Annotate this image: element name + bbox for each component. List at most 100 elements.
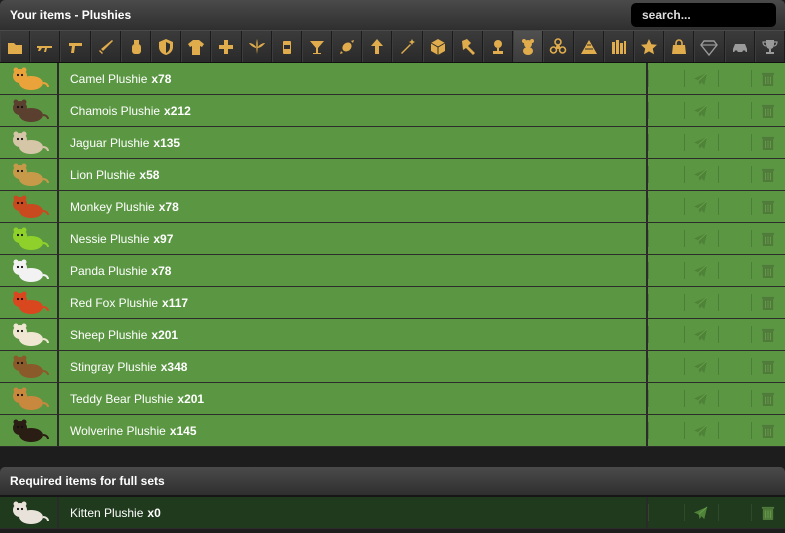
action-slot-button[interactable]: [648, 159, 684, 190]
tab-leaf[interactable]: [241, 31, 272, 62]
send-item-button[interactable]: [684, 95, 718, 126]
action-slot-button[interactable]: [718, 351, 751, 382]
item-row[interactable]: Teddy Bear Plushie x201: [0, 383, 785, 415]
tab-magic-wand[interactable]: [392, 31, 423, 62]
action-slot-button[interactable]: [648, 319, 684, 350]
send-item-button[interactable]: [684, 127, 718, 158]
tab-teddy-bear[interactable]: [513, 31, 544, 62]
trash-item-button[interactable]: [751, 383, 785, 414]
tab-biohazard[interactable]: [543, 31, 574, 62]
item-row[interactable]: Sheep Plushie x201: [0, 319, 785, 351]
search-input[interactable]: [631, 3, 776, 27]
tab-books[interactable]: [603, 31, 634, 62]
action-slot-button[interactable]: [648, 497, 684, 528]
trash-item-button[interactable]: [751, 223, 785, 254]
tab-candy[interactable]: [332, 31, 363, 62]
tab-can[interactable]: [271, 31, 302, 62]
item-name-cell[interactable]: Teddy Bear Plushie x201: [59, 383, 646, 414]
send-item-button[interactable]: [684, 287, 718, 318]
send-item-button[interactable]: [684, 223, 718, 254]
action-slot-button[interactable]: [718, 159, 751, 190]
trash-item-button[interactable]: [751, 127, 785, 158]
action-slot-button[interactable]: [648, 383, 684, 414]
send-item-button[interactable]: [684, 191, 718, 222]
item-name-cell[interactable]: Stingray Plushie x348: [59, 351, 646, 382]
tab-shirt[interactable]: [181, 31, 212, 62]
action-slot-button[interactable]: [718, 127, 751, 158]
trash-item-button[interactable]: [751, 319, 785, 350]
action-slot-button[interactable]: [718, 63, 751, 94]
action-slot-button[interactable]: [648, 287, 684, 318]
item-name-cell[interactable]: Lion Plushie x58: [59, 159, 646, 190]
item-row[interactable]: Camel Plushie x78: [0, 63, 785, 95]
item-row[interactable]: Wolverine Plushie x145: [0, 415, 785, 447]
send-item-button[interactable]: [684, 383, 718, 414]
send-item-button[interactable]: [684, 497, 718, 528]
trash-item-button[interactable]: [751, 159, 785, 190]
action-slot-button[interactable]: [718, 255, 751, 286]
tab-pistol[interactable]: [60, 31, 91, 62]
action-slot-button[interactable]: [718, 287, 751, 318]
tab-sword[interactable]: [90, 31, 121, 62]
tab-trophy[interactable]: [754, 31, 785, 62]
tab-star[interactable]: [633, 31, 665, 62]
tab-pyramid[interactable]: [573, 31, 604, 62]
action-slot-button[interactable]: [648, 127, 684, 158]
action-slot-button[interactable]: [718, 383, 751, 414]
trash-item-button[interactable]: [751, 351, 785, 382]
send-item-button[interactable]: [684, 63, 718, 94]
action-slot-button[interactable]: [648, 351, 684, 382]
tab-bag[interactable]: [664, 31, 695, 62]
action-slot-button[interactable]: [718, 223, 751, 254]
tab-arrow-up[interactable]: [362, 31, 393, 62]
item-name-cell[interactable]: Sheep Plushie x201: [59, 319, 646, 350]
trash-item-button[interactable]: [751, 255, 785, 286]
tab-rifle[interactable]: [30, 31, 61, 62]
item-row[interactable]: Panda Plushie x78: [0, 255, 785, 287]
trash-item-button[interactable]: [751, 415, 785, 446]
item-name-cell[interactable]: Red Fox Plushie x117: [59, 287, 646, 318]
trash-item-button[interactable]: [751, 287, 785, 318]
trash-item-button[interactable]: [751, 497, 785, 528]
tab-medical-cross[interactable]: [211, 31, 242, 62]
item-name-cell[interactable]: Panda Plushie x78: [59, 255, 646, 286]
tab-car[interactable]: [724, 31, 755, 62]
action-slot-button[interactable]: [648, 415, 684, 446]
item-row[interactable]: Nessie Plushie x97: [0, 223, 785, 255]
action-slot-button[interactable]: [648, 223, 684, 254]
item-row[interactable]: Monkey Plushie x78: [0, 191, 785, 223]
action-slot-button[interactable]: [648, 95, 684, 126]
item-name-cell[interactable]: Camel Plushie x78: [59, 63, 646, 94]
action-slot-button[interactable]: [718, 497, 751, 528]
send-item-button[interactable]: [684, 255, 718, 286]
tab-grenade[interactable]: [120, 31, 151, 62]
item-name-cell[interactable]: Wolverine Plushie x145: [59, 415, 646, 446]
action-slot-button[interactable]: [718, 191, 751, 222]
action-slot-button[interactable]: [718, 95, 751, 126]
tab-hammer[interactable]: [452, 31, 483, 62]
action-slot-button[interactable]: [648, 255, 684, 286]
send-item-button[interactable]: [684, 351, 718, 382]
tab-flower[interactable]: [483, 31, 514, 62]
item-name-cell[interactable]: Monkey Plushie x78: [59, 191, 646, 222]
item-name-cell[interactable]: Jaguar Plushie x135: [59, 127, 646, 158]
item-row[interactable]: Jaguar Plushie x135: [0, 127, 785, 159]
item-row[interactable]: Chamois Plushie x212: [0, 95, 785, 127]
tab-shield[interactable]: [150, 31, 182, 62]
tab-cocktail[interactable]: [301, 31, 333, 62]
tab-folder[interactable]: [0, 31, 31, 62]
action-slot-button[interactable]: [718, 319, 751, 350]
send-item-button[interactable]: [684, 415, 718, 446]
trash-item-button[interactable]: [751, 95, 785, 126]
send-item-button[interactable]: [684, 159, 718, 190]
action-slot-button[interactable]: [718, 415, 751, 446]
item-name-cell[interactable]: Kitten Plushie x0: [59, 497, 646, 528]
item-row[interactable]: Kitten Plushie x0: [0, 497, 785, 529]
tab-box[interactable]: [422, 31, 453, 62]
action-slot-button[interactable]: [648, 63, 684, 94]
item-name-cell[interactable]: Nessie Plushie x97: [59, 223, 646, 254]
trash-item-button[interactable]: [751, 191, 785, 222]
tab-diamond[interactable]: [694, 31, 725, 62]
item-row[interactable]: Stingray Plushie x348: [0, 351, 785, 383]
item-row[interactable]: Red Fox Plushie x117: [0, 287, 785, 319]
